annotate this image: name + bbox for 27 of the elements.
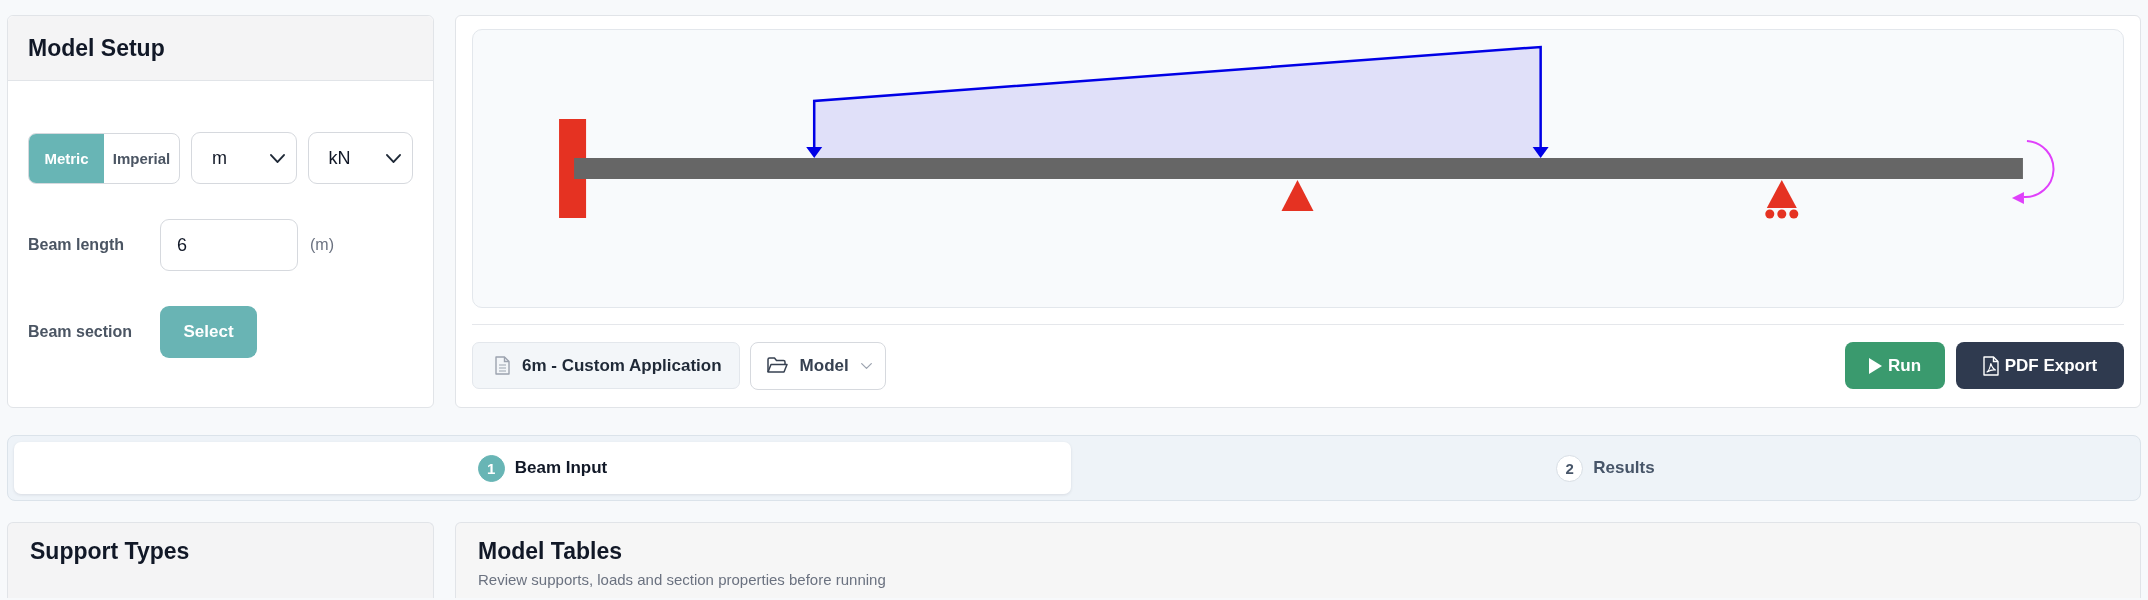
field-label: Beam section [28,323,134,341]
chevron-down-icon [860,362,872,369]
field-label: Beam length [28,236,125,254]
play-icon [1868,357,1882,374]
document-icon [495,356,510,375]
folder-icon [766,357,788,374]
force-unit-select[interactable]: kN [307,132,413,184]
step-tab[interactable]: 2 Results [1077,442,2134,494]
pdf-export-button[interactable]: PDF Export [1956,342,2124,389]
card-subtitle: Review supports, loads and section properties before running [478,570,887,590]
unit-toggle-option[interactable]: Imperial [104,133,179,183]
unit-label: (m) [310,236,334,254]
roller-support [1765,180,1799,219]
chevron-down-icon [386,153,401,163]
card-title: Support Types [30,537,191,565]
model-menu-button[interactable]: Model [749,341,886,390]
step-number-badge: 2 [1556,454,1584,482]
moment-arrow [2011,140,2055,204]
step-tab[interactable]: 1 Beam Input [14,442,1071,494]
project-name-chip: 6m - Custom Application [472,342,740,389]
step-number-badge: 1 [477,454,505,482]
panel-title: Model Setup [28,34,165,62]
beam-length-input[interactable]: 6 [160,219,298,271]
chevron-down-icon [269,153,285,163]
length-unit-select[interactable]: m [191,132,297,184]
card-title: Model Tables [478,537,623,565]
pdf-file-icon [1982,355,1999,376]
